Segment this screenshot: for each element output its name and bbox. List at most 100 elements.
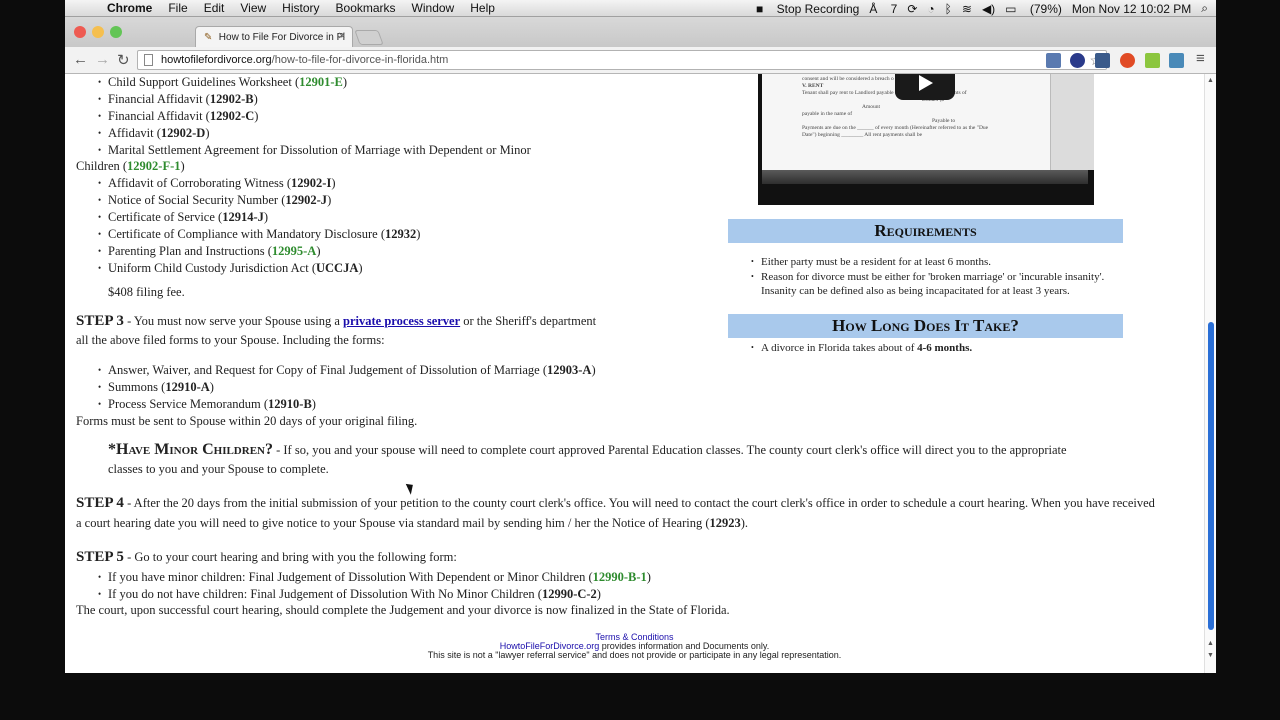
bluetooth-icon[interactable]: ᛒ [945,2,952,16]
list-item: Financial Affidavit (12902-C) [98,108,531,125]
video-doc-line: Amount [862,104,881,110]
forward-arrow-icon[interactable]: → [95,51,110,68]
list-item: Notice of Social Security Number (12902-… [98,192,420,209]
requirements-list: Either party must be a resident for at l… [751,255,1106,299]
minor-children-paragraph: *Have Minor Children? - If so, you and y… [108,441,1067,458]
menu-app-name[interactable]: Chrome [107,1,152,15]
list-item: Financial Affidavit (12902-B) [98,91,531,108]
url-domain: howtofilefordivorce.org [161,54,272,66]
list-item: Either party must be a resident for at l… [751,255,1106,269]
tab-close-icon[interactable]: ✕ [338,31,346,42]
back-arrow-icon[interactable]: ← [73,51,88,68]
adobe-icon[interactable]: Å 7 [869,2,897,16]
video-doc-line: Date") beginning ________ All rent payme… [802,132,923,138]
adobe-count: 7 [890,1,898,16]
scroll-up-small-icon[interactable]: ▲ [1207,639,1214,647]
menu-edit[interactable]: Edit [204,1,225,15]
spotlight-icon[interactable]: ⌕ [1201,1,1208,16]
list-item: Affidavit of Corroborating Witness (1290… [98,175,420,192]
menu-window[interactable]: Window [412,1,455,15]
video-doc-line: payable in the name of [802,111,853,117]
forms-list-4: If you have minor children: Final Judgem… [98,569,651,603]
filing-fee: $408 filing fee. [108,285,185,299]
list-item: Parenting Plan and Instructions (12995-A… [98,243,420,260]
minimize-window-icon[interactable] [92,26,104,38]
list-item: Process Service Memorandum (12910-B) [98,396,596,413]
menu-hamburger-icon[interactable]: ≡ [1196,50,1205,67]
volume-icon[interactable]: ◀) [982,2,995,16]
step4-paragraph: STEP 4 - After the 20 days from the init… [76,495,1155,511]
tab-active[interactable]: ✎ How to File For Divorce in Fl ✕ [195,26,353,48]
browser-toolbar: ← → ↻ howtofilefordivorce.org/how-to-fil… [65,47,1216,74]
extension-itunes-icon[interactable] [1145,53,1160,68]
extension-image-icon[interactable] [1169,53,1184,68]
minor-children-heading: *Have Minor Children? [108,441,273,458]
children-line: Children (12902-F-1) [76,159,185,173]
scrollbar-thumb[interactable] [1208,322,1214,630]
step3-label: STEP 3 [76,313,124,329]
reload-icon[interactable]: ↻ [117,51,130,69]
step5-paragraph: STEP 5 - Go to your court hearing and br… [76,549,457,565]
close-window-icon[interactable] [74,26,86,38]
list-item: Child Support Guidelines Worksheet (1290… [98,74,531,91]
clock[interactable]: Mon Nov 12 10:02 PM [1072,2,1191,16]
battery-percent: (79%) [1029,1,1062,16]
step4-label: STEP 4 [76,495,124,511]
page-icon [144,54,153,66]
step5-label: STEP 5 [76,549,124,565]
video-doc-thumbnails [1050,74,1094,170]
menu-history[interactable]: History [282,1,319,15]
step4-line2: a court hearing date you will need to gi… [76,516,749,530]
list-item: Certificate of Compliance with Mandatory… [98,226,420,243]
list-item: Marital Settlement Agreement for Dissolu… [98,142,531,159]
list-item: Certificate of Service (12914-J) [98,209,420,226]
zoom-window-icon[interactable] [110,26,122,38]
footer-disclaimer: This site is not a "lawyer referral serv… [427,650,842,660]
menu-view[interactable]: View [240,1,266,15]
forms-list-2: Affidavit of Corroborating Witness (1290… [98,175,420,277]
battery-icon[interactable]: ▭ (79%) [1005,2,1062,16]
sync-icon[interactable]: ⟳ [907,2,917,16]
video-player[interactable]: consent and will be considered a breach … [758,74,1094,205]
forms-note: Forms must be sent to Spouse within 20 d… [76,414,418,428]
how-long-list: A divorce in Florida takes about of 4-6 … [751,341,1106,356]
new-tab-button[interactable] [354,30,384,45]
menu-help[interactable]: Help [470,1,495,15]
address-bar[interactable]: howtofilefordivorce.org/how-to-file-for-… [137,50,1107,70]
menu-bookmarks[interactable]: Bookmarks [336,1,396,15]
stop-recording-icon[interactable]: ■ Stop Recording [756,2,859,16]
step3-paragraph: STEP 3 - You must now serve your Spouse … [76,313,597,329]
stop-recording-label: Stop Recording [776,1,860,16]
menu-bar: Chrome File Edit View History Bookmarks … [65,0,1216,17]
menu-file[interactable]: File [168,1,187,15]
forms-list-3: Answer, Waiver, and Request for Copy of … [98,362,596,413]
video-doc-line: Payable to [932,118,956,124]
how-long-heading: How Long Does It Take? [728,314,1123,338]
list-item: If you have minor children: Final Judgem… [98,569,651,586]
list-item: Summons (12910-A) [98,379,596,396]
page-content: Child Support Guidelines Worksheet (1290… [65,74,1216,673]
time-machine-icon[interactable]: ◔ [927,2,934,16]
list-item: Answer, Waiver, and Request for Copy of … [98,362,596,379]
list-item: If you do not have children: Final Judge… [98,586,651,603]
video-doc-line: Payments are due on the ______ of every … [802,125,989,131]
scroll-up-icon[interactable]: ▲ [1207,76,1214,84]
favicon-icon: ✎ [204,32,213,43]
wifi-icon[interactable]: ≋ [962,2,972,16]
extension-stumbleupon-icon[interactable] [1120,53,1135,68]
extension-grid-icon[interactable] [1095,53,1110,68]
step3-line2: all the above filed forms to your Spouse… [76,333,385,347]
private-process-server-link[interactable]: private process server [343,314,460,328]
scroll-down-icon[interactable]: ▼ [1207,651,1214,659]
tab-strip: ✎ How to File For Divorce in Fl ✕ [65,17,1216,48]
list-item: Affidavit (12902-D) [98,125,531,142]
list-item: Reason for divorce must be either for 'b… [751,270,1106,298]
extension-search-icon[interactable] [1070,53,1085,68]
vertical-scrollbar[interactable]: ▲ ▲ ▼ [1204,74,1216,673]
forms-list-1: Child Support Guidelines Worksheet (1290… [98,74,531,159]
mouse-cursor-icon [405,481,417,495]
requirements-heading: Requirements [728,219,1123,243]
url-path: /how-to-file-for-divorce-in-florida.htm [271,54,449,66]
extension-download-icon[interactable] [1046,53,1061,68]
play-button-icon[interactable] [895,74,955,100]
